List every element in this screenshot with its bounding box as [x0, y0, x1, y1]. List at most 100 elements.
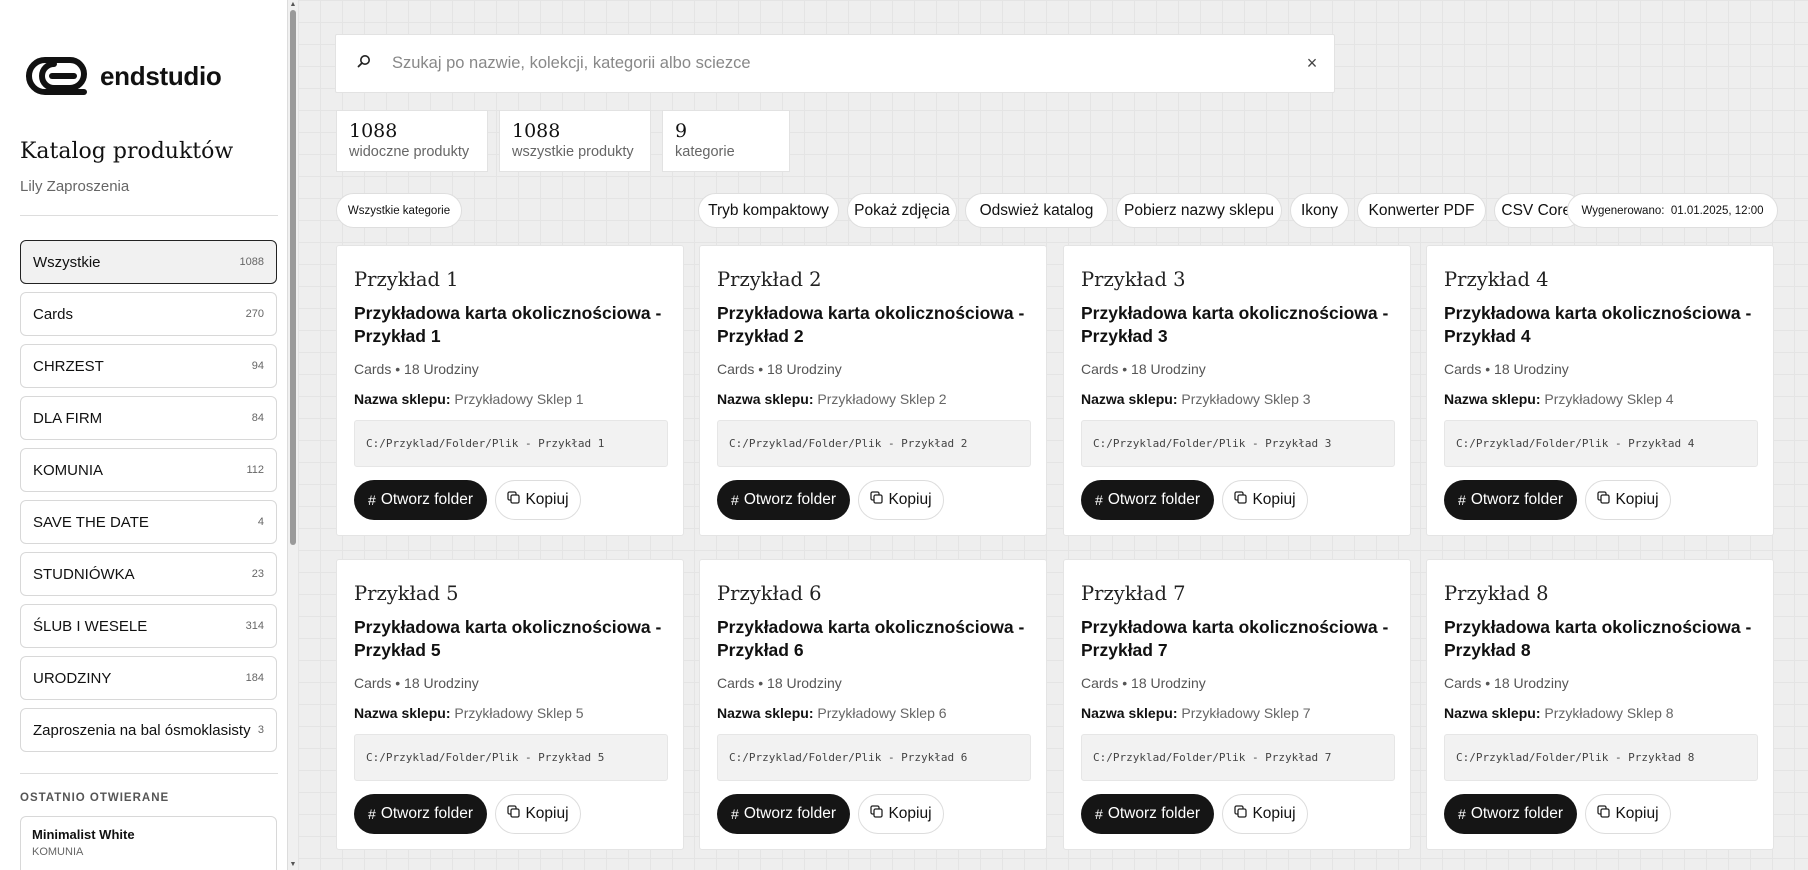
product-path[interactable]: C:/Przyklad/Folder/Plik - Przykład 6 — [717, 734, 1031, 781]
hash-icon: # — [368, 492, 376, 508]
product-collection: • 18 Urodziny — [1485, 675, 1569, 691]
product-path[interactable]: C:/Przyklad/Folder/Plik - Przykład 7 — [1081, 734, 1395, 781]
category-filter-chip[interactable]: Wszystkie kategorie — [336, 193, 462, 228]
search-bar: × — [335, 34, 1335, 93]
divider — [20, 773, 278, 774]
product-path[interactable]: C:/Przyklad/Folder/Plik - Przykład 5 — [354, 734, 668, 781]
product-path[interactable]: C:/Przyklad/Folder/Plik - Przykład 8 — [1444, 734, 1758, 781]
copy-label: Kopiuj — [1615, 805, 1659, 822]
product-path[interactable]: C:/Przyklad/Folder/Plik - Przykład 3 — [1081, 420, 1395, 467]
product-shop: Nazwa sklepu: Przykładowy Sklep 1 — [354, 391, 584, 407]
open-folder-label: Otworz folder — [743, 805, 836, 822]
product-name: Przykładowa karta okolicznościowa - Przy… — [1081, 303, 1389, 346]
product-card: Przykład 8 Przykładowa karta okoliczności… — [1426, 559, 1774, 850]
open-folder-label: Otworz folder — [1107, 805, 1200, 822]
product-collection: • 18 Urodziny — [1122, 675, 1206, 691]
open-folder-button[interactable]: # Otworz folder — [1444, 480, 1577, 520]
product-path[interactable]: C:/Przyklad/Folder/Plik - Przykład 4 — [1444, 420, 1758, 467]
product-collection: • 18 Urodziny — [1485, 361, 1569, 377]
toolbar-button[interactable]: Odswież katalog — [965, 193, 1108, 228]
generated-value: 01.01.2025, 12:00 — [1670, 204, 1764, 217]
copy-label: Kopiuj — [1252, 805, 1296, 822]
category-count: 94 — [251, 360, 264, 372]
copy-button[interactable]: Kopiuj — [495, 794, 581, 834]
product-meta: Cards • 18 Urodziny — [1444, 675, 1569, 691]
category-item[interactable]: DLA FIRM 84 — [20, 396, 277, 440]
product-category: Cards — [354, 361, 392, 377]
recent-item[interactable]: Minimalist White KOMUNIA — [20, 816, 277, 870]
shop-label: Nazwa sklepu: — [354, 391, 451, 407]
category-item[interactable]: ŚLUB I WESELE 314 — [20, 604, 277, 648]
scroll-down-icon[interactable]: ▼ — [288, 860, 298, 870]
product-card: Przykład 6 Przykładowa karta okoliczności… — [699, 559, 1047, 850]
open-folder-button[interactable]: # Otworz folder — [354, 480, 487, 520]
category-item[interactable]: CHRZEST 94 — [20, 344, 277, 388]
product-card: Przykład 4 Przykładowa karta okoliczności… — [1426, 245, 1774, 536]
toolbar-button[interactable]: Tryb kompaktowy — [698, 193, 839, 228]
product-meta: Cards • 18 Urodziny — [717, 675, 842, 691]
shop-name: Przykładowy Sklep 2 — [817, 391, 947, 407]
shop-name: Przykładowy Sklep 3 — [1181, 391, 1311, 407]
category-item[interactable]: Wszystkie 1088 — [20, 240, 277, 284]
open-folder-label: Otworz folder — [380, 491, 473, 508]
category-label: Wszystkie — [33, 253, 101, 271]
open-folder-button[interactable]: # Otworz folder — [1081, 794, 1214, 834]
copy-icon — [1234, 491, 1252, 509]
brand-name: endstudio — [100, 60, 222, 91]
product-meta: Cards • 18 Urodziny — [1081, 675, 1206, 691]
scrollbar-thumb[interactable] — [290, 10, 296, 545]
open-folder-label: Otworz folder — [380, 805, 473, 822]
category-item[interactable]: URODZINY 184 — [20, 656, 277, 700]
brand-logo[interactable]: endstudio — [26, 54, 222, 98]
copy-button[interactable]: Kopiuj — [1585, 480, 1671, 520]
category-label: CHRZEST — [33, 357, 104, 375]
category-label: Zaproszenia na bal ósmoklasisty — [33, 721, 251, 739]
open-folder-button[interactable]: # Otworz folder — [717, 794, 850, 834]
hash-icon: # — [1095, 806, 1103, 822]
product-shop: Nazwa sklepu: Przykładowy Sklep 5 — [354, 705, 584, 721]
product-name: Przykładowa karta okolicznościowa - Przy… — [354, 303, 662, 346]
toolbar-button[interactable]: Konwerter PDF — [1357, 193, 1486, 228]
hash-icon: # — [1458, 806, 1466, 822]
sidebar-scrollbar[interactable]: ▲ ▼ — [288, 0, 298, 870]
product-title: Przykład 4 — [1444, 268, 1549, 291]
toolbar-button[interactable]: Pobierz nazwy sklepu — [1116, 193, 1282, 228]
category-item[interactable]: Cards 270 — [20, 292, 277, 336]
copy-button[interactable]: Kopiuj — [495, 480, 581, 520]
product-shop: Nazwa sklepu: Przykładowy Sklep 7 — [1081, 705, 1311, 721]
copy-icon — [507, 805, 525, 823]
category-item[interactable]: Zaproszenia na bal ósmoklasisty 3 — [20, 708, 277, 752]
category-count: 23 — [251, 568, 264, 580]
product-path[interactable]: C:/Przyklad/Folder/Plik - Przykład 1 — [354, 420, 668, 467]
copy-button[interactable]: Kopiuj — [1222, 480, 1308, 520]
page-title: Katalog produktów — [20, 139, 234, 164]
copy-button[interactable]: Kopiuj — [858, 480, 944, 520]
copy-button[interactable]: Kopiuj — [858, 794, 944, 834]
toolbar-button[interactable]: Ikony — [1290, 193, 1349, 228]
scroll-up-icon[interactable]: ▲ — [288, 0, 298, 10]
copy-button[interactable]: Kopiuj — [1585, 794, 1671, 834]
category-item[interactable]: SAVE THE DATE 4 — [20, 500, 277, 544]
open-folder-button[interactable]: # Otworz folder — [717, 480, 850, 520]
search-input[interactable] — [392, 54, 1290, 73]
copy-icon — [1597, 805, 1615, 823]
shop-label: Nazwa sklepu: — [1444, 705, 1541, 721]
product-title: Przykład 1 — [354, 268, 459, 291]
category-label: URODZINY — [33, 669, 112, 687]
toolbar-button[interactable]: Pokaż zdjęcia — [847, 193, 957, 228]
open-folder-button[interactable]: # Otworz folder — [1081, 480, 1214, 520]
hash-icon: # — [731, 806, 739, 822]
copy-label: Kopiuj — [1252, 491, 1296, 508]
recent-item-title: Minimalist White — [32, 827, 135, 842]
category-label: ŚLUB I WESELE — [33, 617, 148, 635]
copy-button[interactable]: Kopiuj — [1222, 794, 1308, 834]
open-folder-button[interactable]: # Otworz folder — [354, 794, 487, 834]
open-folder-button[interactable]: # Otworz folder — [1444, 794, 1577, 834]
clear-search-icon[interactable]: × — [1290, 53, 1334, 74]
product-path[interactable]: C:/Przyklad/Folder/Plik - Przykład 2 — [717, 420, 1031, 467]
product-meta: Cards • 18 Urodziny — [354, 675, 479, 691]
category-item[interactable]: KOMUNIA 112 — [20, 448, 277, 492]
category-count: 4 — [257, 516, 264, 528]
shop-name: Przykładowy Sklep 5 — [454, 705, 584, 721]
category-item[interactable]: STUDNIÓWKA 23 — [20, 552, 277, 596]
